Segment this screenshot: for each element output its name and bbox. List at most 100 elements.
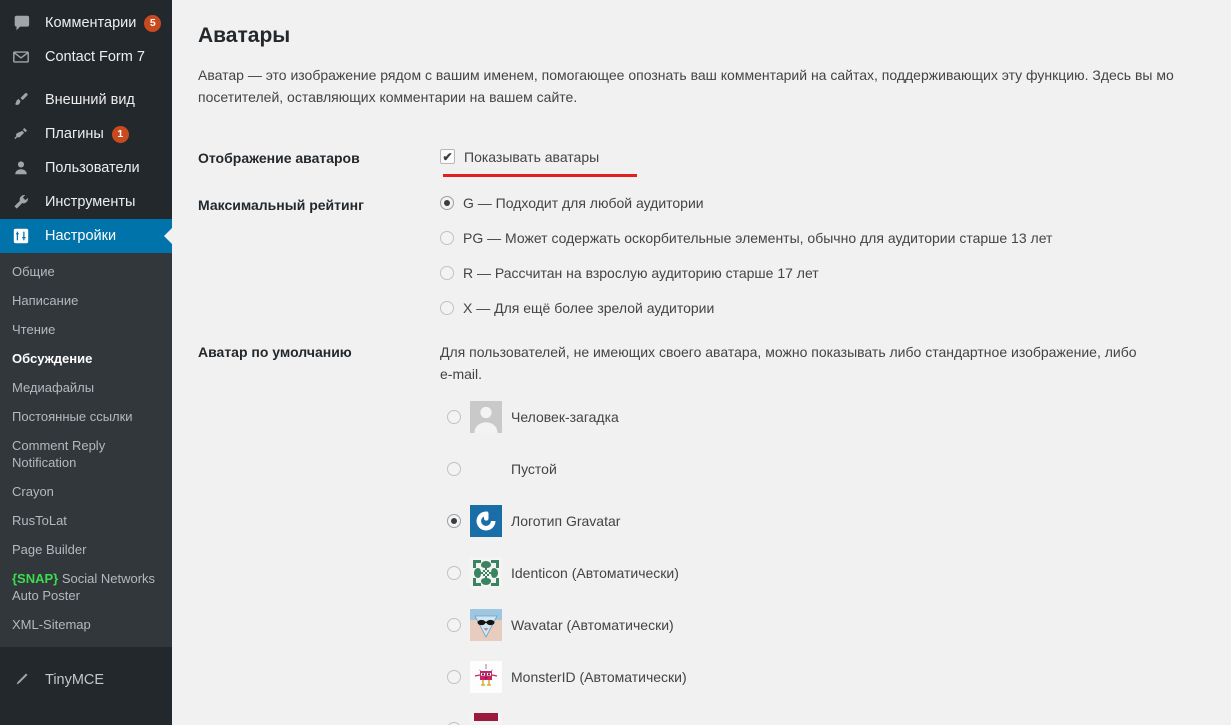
max-rating-label: Максимальный рейтинг xyxy=(198,197,364,214)
radio-dot xyxy=(444,200,450,207)
avatar-label-mystery-person: Человек-загадка xyxy=(511,408,619,425)
avatars-description: Аватар — это изображение рядом с вашим и… xyxy=(198,67,1174,105)
radio-dot xyxy=(451,570,457,576)
sidebar-item-comments[interactable]: Комментарии 5 xyxy=(0,6,172,40)
comments-icon xyxy=(12,14,36,32)
submenu-item-rustolat[interactable]: RusToLat xyxy=(0,506,172,535)
sidebar-item-label: Настройки xyxy=(45,228,117,244)
rating-label-r: R — Рассчитан на взрослую аудиторию стар… xyxy=(463,265,819,282)
submenu-item-general[interactable]: Общие xyxy=(0,257,172,286)
sidebar-item-label: Внешний вид xyxy=(45,92,135,108)
sidebar-item-plugins[interactable]: Плагины 1 xyxy=(0,117,172,151)
rating-label-g: G — Подходит для любой аудитории xyxy=(463,195,704,212)
sidebar-item-users[interactable]: Пользователи xyxy=(0,151,172,185)
avatar-label-gravatar-logo: Логотип Gravatar xyxy=(511,512,621,529)
snap-tag-label: {SNAP} xyxy=(12,571,59,586)
sidebar-item-settings[interactable]: Настройки xyxy=(0,219,172,253)
comments-count-badge: 5 xyxy=(144,14,162,32)
avatar-option-retro[interactable] xyxy=(447,712,1218,725)
avatar-settings-table: Отображение аватаров ✔ Показывать аватар… xyxy=(198,135,1228,725)
avatar-option-blank[interactable]: Пустой xyxy=(447,452,1218,486)
envelope-icon xyxy=(12,48,36,66)
sidebar-item-tools[interactable]: Инструменты xyxy=(0,185,172,219)
radio-dot xyxy=(451,622,457,628)
rating-radio-pg[interactable] xyxy=(440,231,454,246)
sidebar-item-label: Комментарии xyxy=(45,15,137,31)
submenu-item-permalinks[interactable]: Постоянные ссылки xyxy=(0,402,172,431)
show-avatars-checkbox[interactable]: ✔ xyxy=(440,149,455,165)
radio-dot xyxy=(451,466,457,472)
checkmark-icon: ✔ xyxy=(442,149,453,164)
submenu-item-page-builder[interactable]: Page Builder xyxy=(0,535,172,564)
max-rating-row: Максимальный рейтинг G — Подходит для лю… xyxy=(198,182,1228,329)
submenu-item-xml-sitemap[interactable]: XML-Sitemap xyxy=(0,610,172,639)
default-avatar-label: Аватар по умолчанию xyxy=(198,344,352,361)
rating-radio-x[interactable] xyxy=(440,301,454,316)
rating-option-r[interactable]: R — Рассчитан на взрослую аудиторию стар… xyxy=(440,265,1218,281)
gravatar-logo-avatar-icon xyxy=(470,504,502,537)
red-annotation-underline xyxy=(443,173,638,177)
rating-radio-r[interactable] xyxy=(440,266,454,281)
radio-dot xyxy=(451,674,457,680)
avatar-radio-identicon[interactable] xyxy=(447,565,461,580)
submenu-item-discussion[interactable]: Обсуждение xyxy=(0,344,172,373)
page-title: Аватары xyxy=(198,24,291,47)
submenu-item-comment-reply-notification[interactable]: Comment Reply Notification xyxy=(0,431,172,477)
user-icon xyxy=(12,159,36,177)
default-avatar-radio-group: Человек-загадка Пустой Логотип Gravatar … xyxy=(440,400,1218,725)
avatar-option-identicon[interactable]: Identicon (Автоматически) xyxy=(447,556,1218,590)
radio-dot xyxy=(444,305,450,311)
monsterid-avatar-icon xyxy=(470,660,502,693)
avatar-display-row: Отображение аватаров ✔ Показывать аватар… xyxy=(198,135,1228,183)
avatar-option-gravatar-logo[interactable]: Логотип Gravatar xyxy=(447,504,1218,538)
settings-content-area: Аватары Аватар — это изображение рядом с… xyxy=(172,0,1231,725)
sidebar-item-label: Инструменты xyxy=(45,194,136,210)
radio-dot xyxy=(451,517,457,524)
sidebar-item-label: TinyMCE xyxy=(45,672,105,688)
submenu-item-crayon[interactable]: Crayon xyxy=(0,477,172,506)
show-avatars-label: Показывать аватары xyxy=(464,148,600,165)
radio-dot xyxy=(444,270,450,276)
sidebar-item-appearance[interactable]: Внешний вид xyxy=(0,83,172,117)
avatar-option-wavatar[interactable]: Wavatar (Автоматически) xyxy=(447,608,1218,642)
sidebar-item-tinymce[interactable]: TinyMCE xyxy=(0,663,172,697)
wordpress-admin-screen: Комментарии 5 Contact Form 7 Внешний вид… xyxy=(0,0,1231,725)
avatar-label-wavatar: Wavatar (Автоматически) xyxy=(511,616,674,633)
avatar-radio-mystery-person[interactable] xyxy=(447,409,461,424)
avatar-radio-blank[interactable] xyxy=(447,461,461,476)
avatar-radio-wavatar[interactable] xyxy=(447,617,461,632)
default-avatar-row: Аватар по умолчанию Для пользователей, н… xyxy=(198,329,1228,725)
sidebar-item-contact-form-7[interactable]: Contact Form 7 xyxy=(0,40,172,74)
mystery-person-avatar-icon xyxy=(470,400,502,433)
sidebar-item-label: Contact Form 7 xyxy=(45,49,145,65)
plugins-update-badge: 1 xyxy=(111,125,129,143)
submenu-item-media[interactable]: Медиафайлы xyxy=(0,373,172,402)
paintbrush-icon xyxy=(12,91,36,109)
show-avatars-checkbox-row[interactable]: ✔ Показывать аватары xyxy=(440,148,638,177)
plug-icon xyxy=(12,125,36,143)
submenu-item-reading[interactable]: Чтение xyxy=(0,315,172,344)
radio-dot xyxy=(444,235,450,241)
sidebar-item-label: Пользователи xyxy=(45,160,140,176)
pencil-icon xyxy=(12,671,36,689)
settings-sliders-icon xyxy=(12,227,36,245)
settings-submenu: Общие Написание Чтение Обсуждение Медиаф… xyxy=(0,253,172,647)
sidebar-divider xyxy=(0,74,172,83)
sidebar-item-label: Плагины xyxy=(45,126,104,142)
avatar-radio-retro[interactable] xyxy=(447,721,461,725)
max-rating-radio-group: G — Подходит для любой аудитории PG — Мо… xyxy=(440,195,1218,316)
rating-option-pg[interactable]: PG — Может содержать оскорбительные элем… xyxy=(440,230,1218,246)
sidebar-bottom-group: TinyMCE xyxy=(0,657,172,697)
submenu-item-writing[interactable]: Написание xyxy=(0,286,172,315)
rating-option-g[interactable]: G — Подходит для любой аудитории xyxy=(440,195,1218,211)
submenu-item-snap-social[interactable]: {SNAP} Social Networks Auto Poster xyxy=(0,564,172,610)
avatar-option-mystery-person[interactable]: Человек-загадка xyxy=(447,400,1218,434)
rating-label-x: X — Для ещё более зрелой аудитории xyxy=(463,300,715,317)
rating-radio-g[interactable] xyxy=(440,196,454,211)
rating-label-pg: PG — Может содержать оскорбительные элем… xyxy=(463,230,1053,247)
wrench-icon xyxy=(12,193,36,211)
avatar-radio-monsterid[interactable] xyxy=(447,669,461,684)
rating-option-x[interactable]: X — Для ещё более зрелой аудитории xyxy=(440,300,1218,316)
avatar-option-monsterid[interactable]: MonsterID (Автоматически) xyxy=(447,660,1218,694)
avatar-radio-gravatar-logo[interactable] xyxy=(447,513,461,528)
